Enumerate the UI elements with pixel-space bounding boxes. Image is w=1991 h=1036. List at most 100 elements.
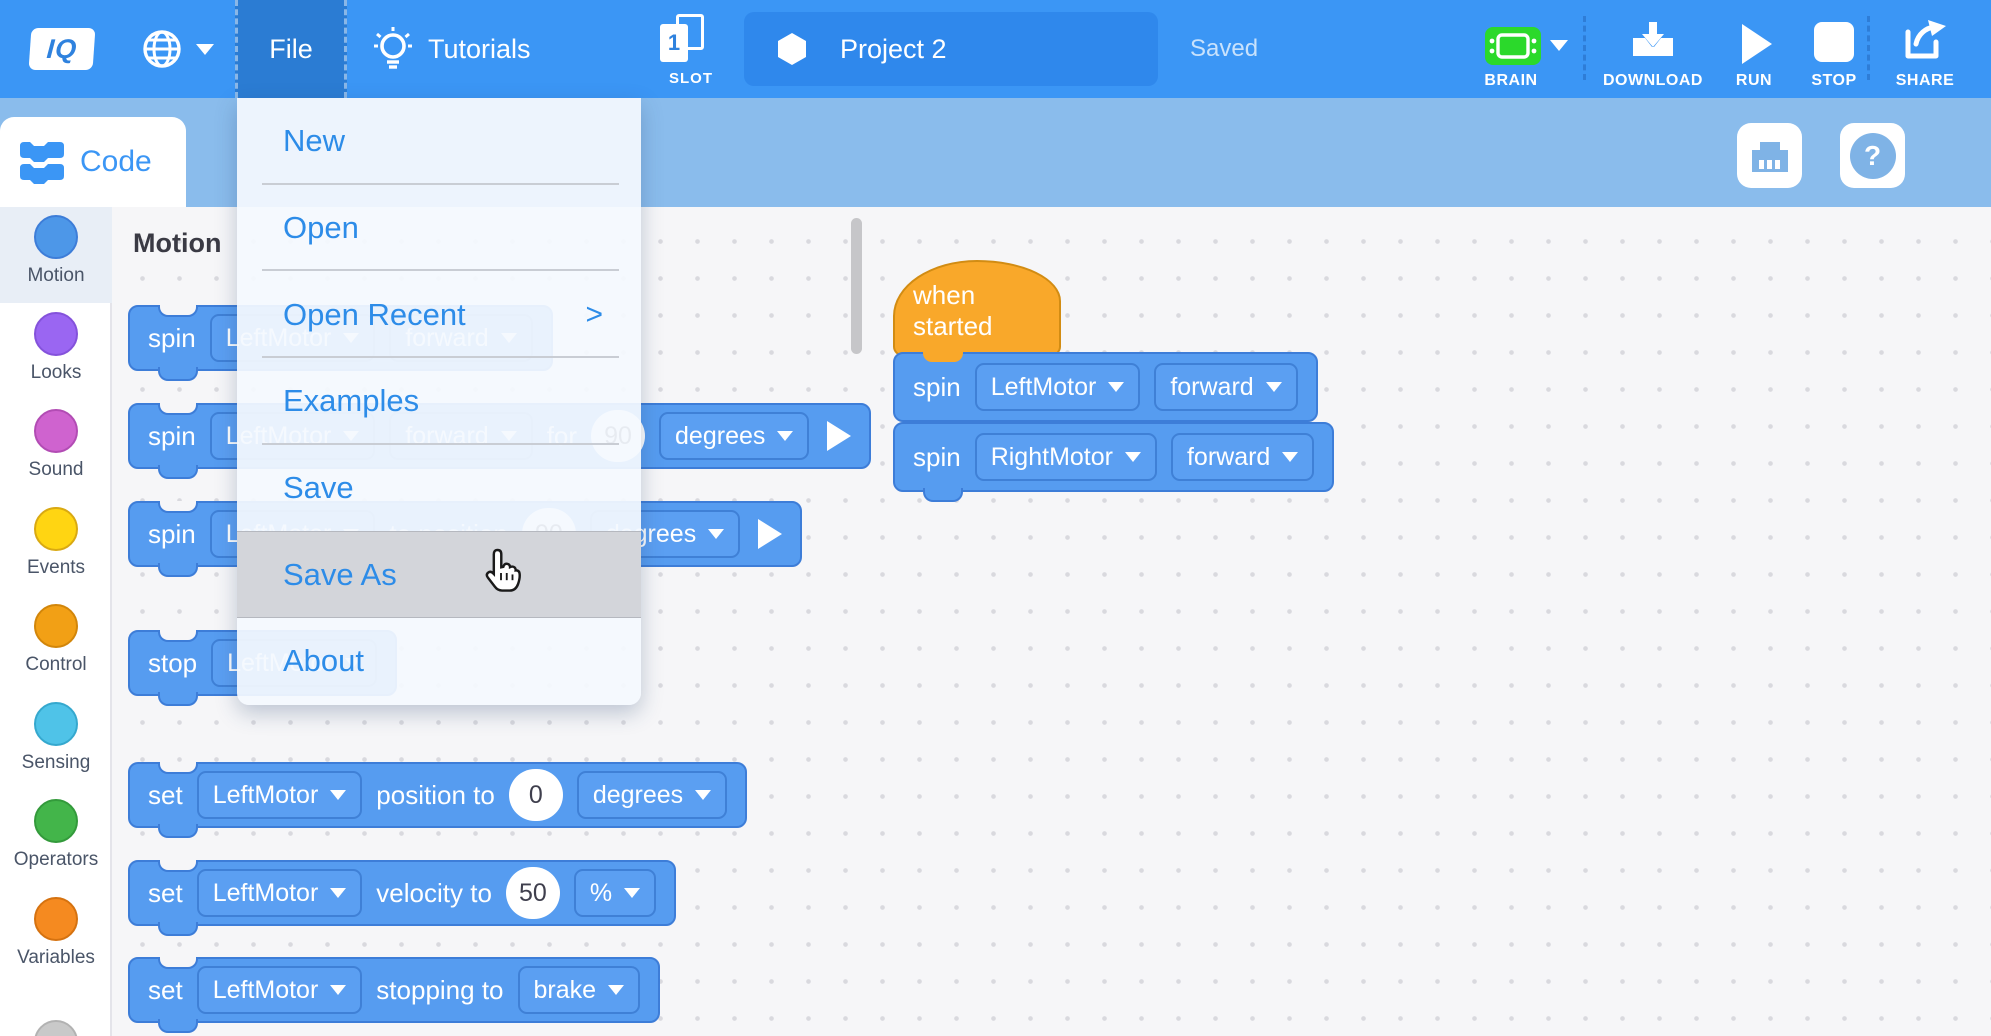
help-button[interactable]: ? xyxy=(1840,123,1905,188)
motor-dropdown[interactable]: LeftMotor xyxy=(975,363,1141,411)
brain-icon[interactable] xyxy=(1484,26,1542,66)
blocks-icon xyxy=(16,136,68,188)
dropdown-caret-icon xyxy=(1282,452,1298,462)
block-word: spin xyxy=(913,372,961,403)
share-label: SHARE xyxy=(1890,72,1960,90)
tab-code[interactable]: Code xyxy=(0,117,186,207)
vex-iq-logo: IQ xyxy=(29,28,96,70)
motor-dropdown[interactable]: LeftMotor xyxy=(197,771,363,819)
menu-item-new[interactable]: New xyxy=(237,98,641,185)
block-notch xyxy=(158,403,198,415)
stop-label: STOP xyxy=(1800,72,1868,90)
dropdown-caret-icon xyxy=(1125,452,1141,462)
block-run-icon[interactable] xyxy=(827,421,851,451)
palette-header-motion: Motion xyxy=(133,228,221,259)
motor-dropdown[interactable]: RightMotor xyxy=(975,433,1157,481)
sidebar-item-myblocks[interactable] xyxy=(0,987,112,1036)
tutorials-label: Tutorials xyxy=(428,34,531,65)
sound-category-icon xyxy=(34,409,78,453)
menu-item-examples[interactable]: Examples xyxy=(237,358,641,445)
dropdown-value: degrees xyxy=(675,422,765,451)
palette-block-set-velocity[interactable]: set LeftMotor velocity to 50 % xyxy=(128,860,676,926)
block-word: stopping to xyxy=(376,975,503,1006)
dropdown-value: RightMotor xyxy=(991,443,1113,472)
myblocks-category-icon xyxy=(34,1020,78,1036)
menu-item-open-recent[interactable]: Open Recent> xyxy=(237,271,641,358)
slot-selector[interactable]: 1 SLOT xyxy=(658,12,724,92)
dropdown-value: LeftMotor xyxy=(213,976,319,1005)
unit-dropdown[interactable]: degrees xyxy=(659,412,809,460)
unit-dropdown[interactable]: % xyxy=(574,869,656,917)
looks-category-icon xyxy=(34,312,78,356)
motor-dropdown[interactable]: LeftMotor xyxy=(197,966,363,1014)
motor-dropdown[interactable]: LeftMotor xyxy=(197,869,363,917)
file-menu-label: File xyxy=(269,34,313,65)
block-word: spin xyxy=(148,323,196,354)
direction-dropdown[interactable]: forward xyxy=(1154,363,1297,411)
run-label: RUN xyxy=(1722,72,1786,90)
lightbulb-icon xyxy=(372,24,414,74)
dropdown-caret-icon xyxy=(624,888,640,898)
run-icon[interactable] xyxy=(1742,24,1772,64)
menu-item-save[interactable]: Save xyxy=(237,445,641,532)
language-selector[interactable] xyxy=(140,22,226,76)
share-icon[interactable] xyxy=(1900,18,1948,62)
block-bump xyxy=(158,1019,198,1033)
control-category-icon xyxy=(34,604,78,648)
block-bump xyxy=(158,692,198,706)
dropdown-value: LeftMotor xyxy=(213,781,319,810)
sidebar-item-operators[interactable]: Operators xyxy=(0,791,112,887)
file-menu-button[interactable]: File xyxy=(235,0,347,98)
dropdown-caret-icon xyxy=(695,790,711,800)
operators-category-icon xyxy=(34,799,78,843)
dropdown-value: forward xyxy=(1187,443,1270,472)
direction-dropdown[interactable]: forward xyxy=(1171,433,1314,481)
menu-item-open[interactable]: Open xyxy=(237,185,641,272)
block-word: set xyxy=(148,780,183,811)
category-sidebar: Motion Looks Sound Events Control Sensin… xyxy=(0,207,112,1036)
workspace-block-spin-right[interactable]: spin RightMotor forward xyxy=(893,422,1334,492)
when-started-hat-block[interactable]: when started xyxy=(893,260,1061,356)
block-notch xyxy=(158,501,198,513)
dropdown-value: LeftMotor xyxy=(213,879,319,908)
sidebar-item-looks[interactable]: Looks xyxy=(0,304,112,400)
hat-label: when started xyxy=(913,280,1059,342)
unit-dropdown[interactable]: brake xyxy=(518,966,641,1014)
dropdown-caret-icon xyxy=(330,888,346,898)
sidebar-item-events[interactable]: Events xyxy=(0,499,112,595)
motion-category-icon xyxy=(34,215,78,259)
sidebar-item-sound[interactable]: Sound xyxy=(0,401,112,497)
chevron-down-icon xyxy=(196,44,214,55)
sidebar-item-sensing[interactable]: Sensing xyxy=(0,694,112,790)
stop-icon[interactable] xyxy=(1814,22,1854,62)
block-word: set xyxy=(148,878,183,909)
workspace-block-spin-left[interactable]: spin LeftMotor forward xyxy=(893,352,1318,422)
dropdown-caret-icon xyxy=(1108,382,1124,392)
dropdown-caret-icon xyxy=(777,431,793,441)
sidebar-item-motion[interactable]: Motion xyxy=(0,207,112,303)
block-notch xyxy=(158,305,198,317)
menu-item-save-as[interactable]: Save As xyxy=(237,531,641,618)
value-input[interactable]: 50 xyxy=(506,867,560,919)
tutorials-button[interactable]: Tutorials xyxy=(372,20,531,78)
palette-block-set-stopping[interactable]: set LeftMotor stopping to brake xyxy=(128,957,660,1023)
question-mark-icon: ? xyxy=(1850,133,1896,179)
palette-scrollbar[interactable] xyxy=(851,218,862,354)
brain-chevron-down-icon[interactable] xyxy=(1550,40,1568,51)
unit-dropdown[interactable]: degrees xyxy=(577,771,727,819)
block-run-icon[interactable] xyxy=(758,519,782,549)
top-navigation-bar: IQ File xyxy=(0,0,1991,98)
value-input[interactable]: 0 xyxy=(509,769,563,821)
project-name-button[interactable]: Project 2 xyxy=(744,12,1158,86)
sidebar-item-variables[interactable]: Variables xyxy=(0,889,112,985)
block-word: velocity to xyxy=(376,878,492,909)
device-info-button[interactable] xyxy=(1737,123,1802,188)
block-bump xyxy=(158,563,198,577)
block-word: position to xyxy=(376,780,495,811)
palette-block-set-position[interactable]: set LeftMotor position to 0 degrees xyxy=(128,762,747,828)
file-dropdown-menu: New Open Open Recent> Examples Save Save… xyxy=(237,98,641,705)
sidebar-item-control[interactable]: Control xyxy=(0,596,112,692)
vexcode-iq-app: Motion spin LeftMotor forward spin LeftM… xyxy=(0,0,1991,1036)
download-icon[interactable] xyxy=(1630,20,1676,62)
menu-item-about[interactable]: About xyxy=(237,618,641,705)
